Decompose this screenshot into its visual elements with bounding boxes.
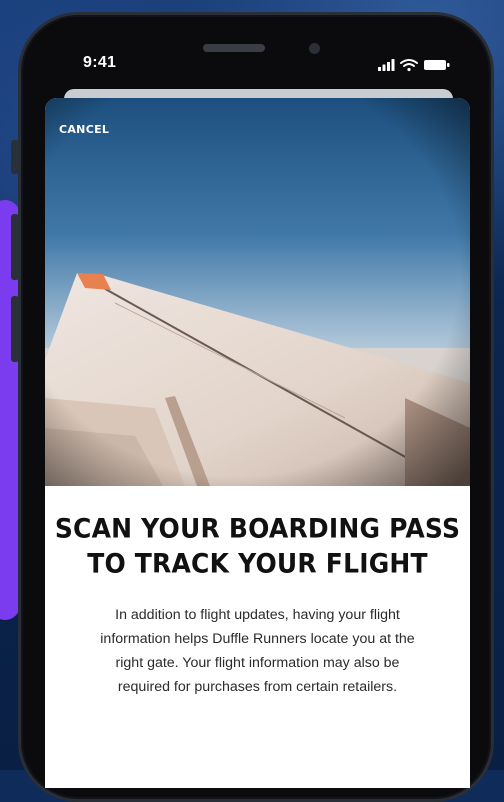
phone-volume-up-button — [11, 214, 19, 280]
page-title: SCAN YOUR BOARDING PASS TO TRACK YOUR FL… — [45, 511, 470, 580]
boarding-pass-prompt-sheet: CANCEL SCAN YOUR BOARDING PASS TO TRACK … — [45, 98, 470, 788]
description-line-2: information helps Duffle Runners locate … — [100, 631, 415, 647]
front-camera — [309, 43, 320, 54]
wifi-icon — [400, 59, 418, 72]
signal-icon — [378, 59, 395, 71]
airplane-wing-photo: CANCEL — [45, 98, 470, 486]
battery-icon — [424, 60, 450, 70]
cancel-button[interactable]: CANCEL — [59, 123, 109, 136]
description-text: In addition to flight updates, having yo… — [67, 603, 448, 699]
title-line-1: SCAN YOUR BOARDING PASS — [54, 513, 461, 544]
title-line-2: TO TRACK YOUR FLIGHT — [87, 548, 428, 579]
speaker-grille — [203, 44, 265, 52]
description-line-1: In addition to flight updates, having yo… — [115, 607, 400, 623]
phone-side-button — [11, 140, 19, 174]
phone-volume-down-button — [11, 296, 19, 362]
description-line-3: right gate. Your flight information may … — [115, 655, 400, 671]
description-line-4: required for purchases from certain reta… — [117, 679, 398, 695]
status-icons — [378, 57, 458, 72]
status-time: 9:41 — [83, 54, 117, 71]
